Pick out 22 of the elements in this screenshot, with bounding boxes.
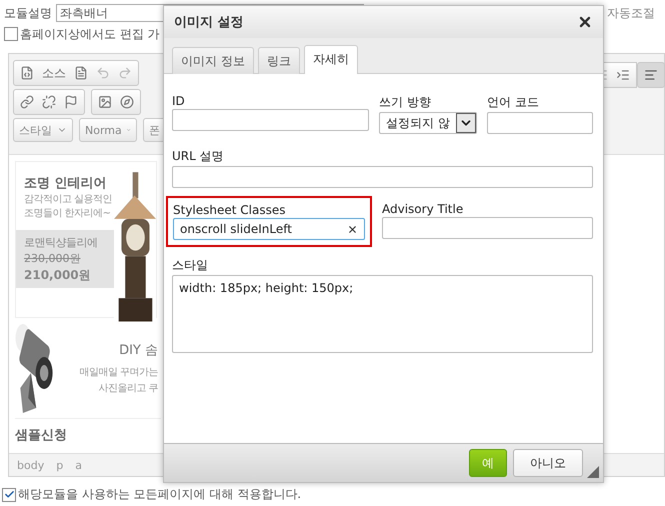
old-price: 230,000원: [24, 251, 82, 266]
field-label: 스타일: [172, 257, 209, 274]
checkbox-label: 홈페이지상에서도 편집 가: [20, 26, 160, 42]
field-label: ID: [172, 94, 186, 108]
field-label: Advisory Title: [382, 202, 464, 216]
dialog-title: 이미지 설정: [174, 14, 244, 31]
checkbox-label: 해당모듈을 사용하는 모든페이지에 대해 적용합니다.: [18, 486, 302, 503]
price: 210,000원: [24, 267, 92, 284]
banner-text: 매일매일 꾸며가는: [79, 366, 158, 379]
auto-label: 자동조절: [607, 4, 655, 22]
product-name: 로맨틱샹들리에: [24, 235, 98, 250]
field-label: 언어 코드: [487, 94, 540, 111]
banner-title: 조명 인테리어: [23, 175, 108, 192]
banner-title: 샘플신청: [15, 427, 67, 445]
banner-text: 조명들이 한자리에~: [23, 207, 112, 220]
module-label: 모듈설명: [4, 4, 52, 22]
field-label: URL 설명: [172, 148, 225, 165]
banner-text: 사진올리고 쿠: [98, 382, 158, 395]
field-label: Stylesheet Classes: [173, 203, 286, 217]
banner-title: DIY 솜: [119, 342, 158, 359]
banner-text: 감각적이고 실용적인: [23, 193, 114, 206]
field-label: 쓰기 방향: [379, 94, 432, 111]
